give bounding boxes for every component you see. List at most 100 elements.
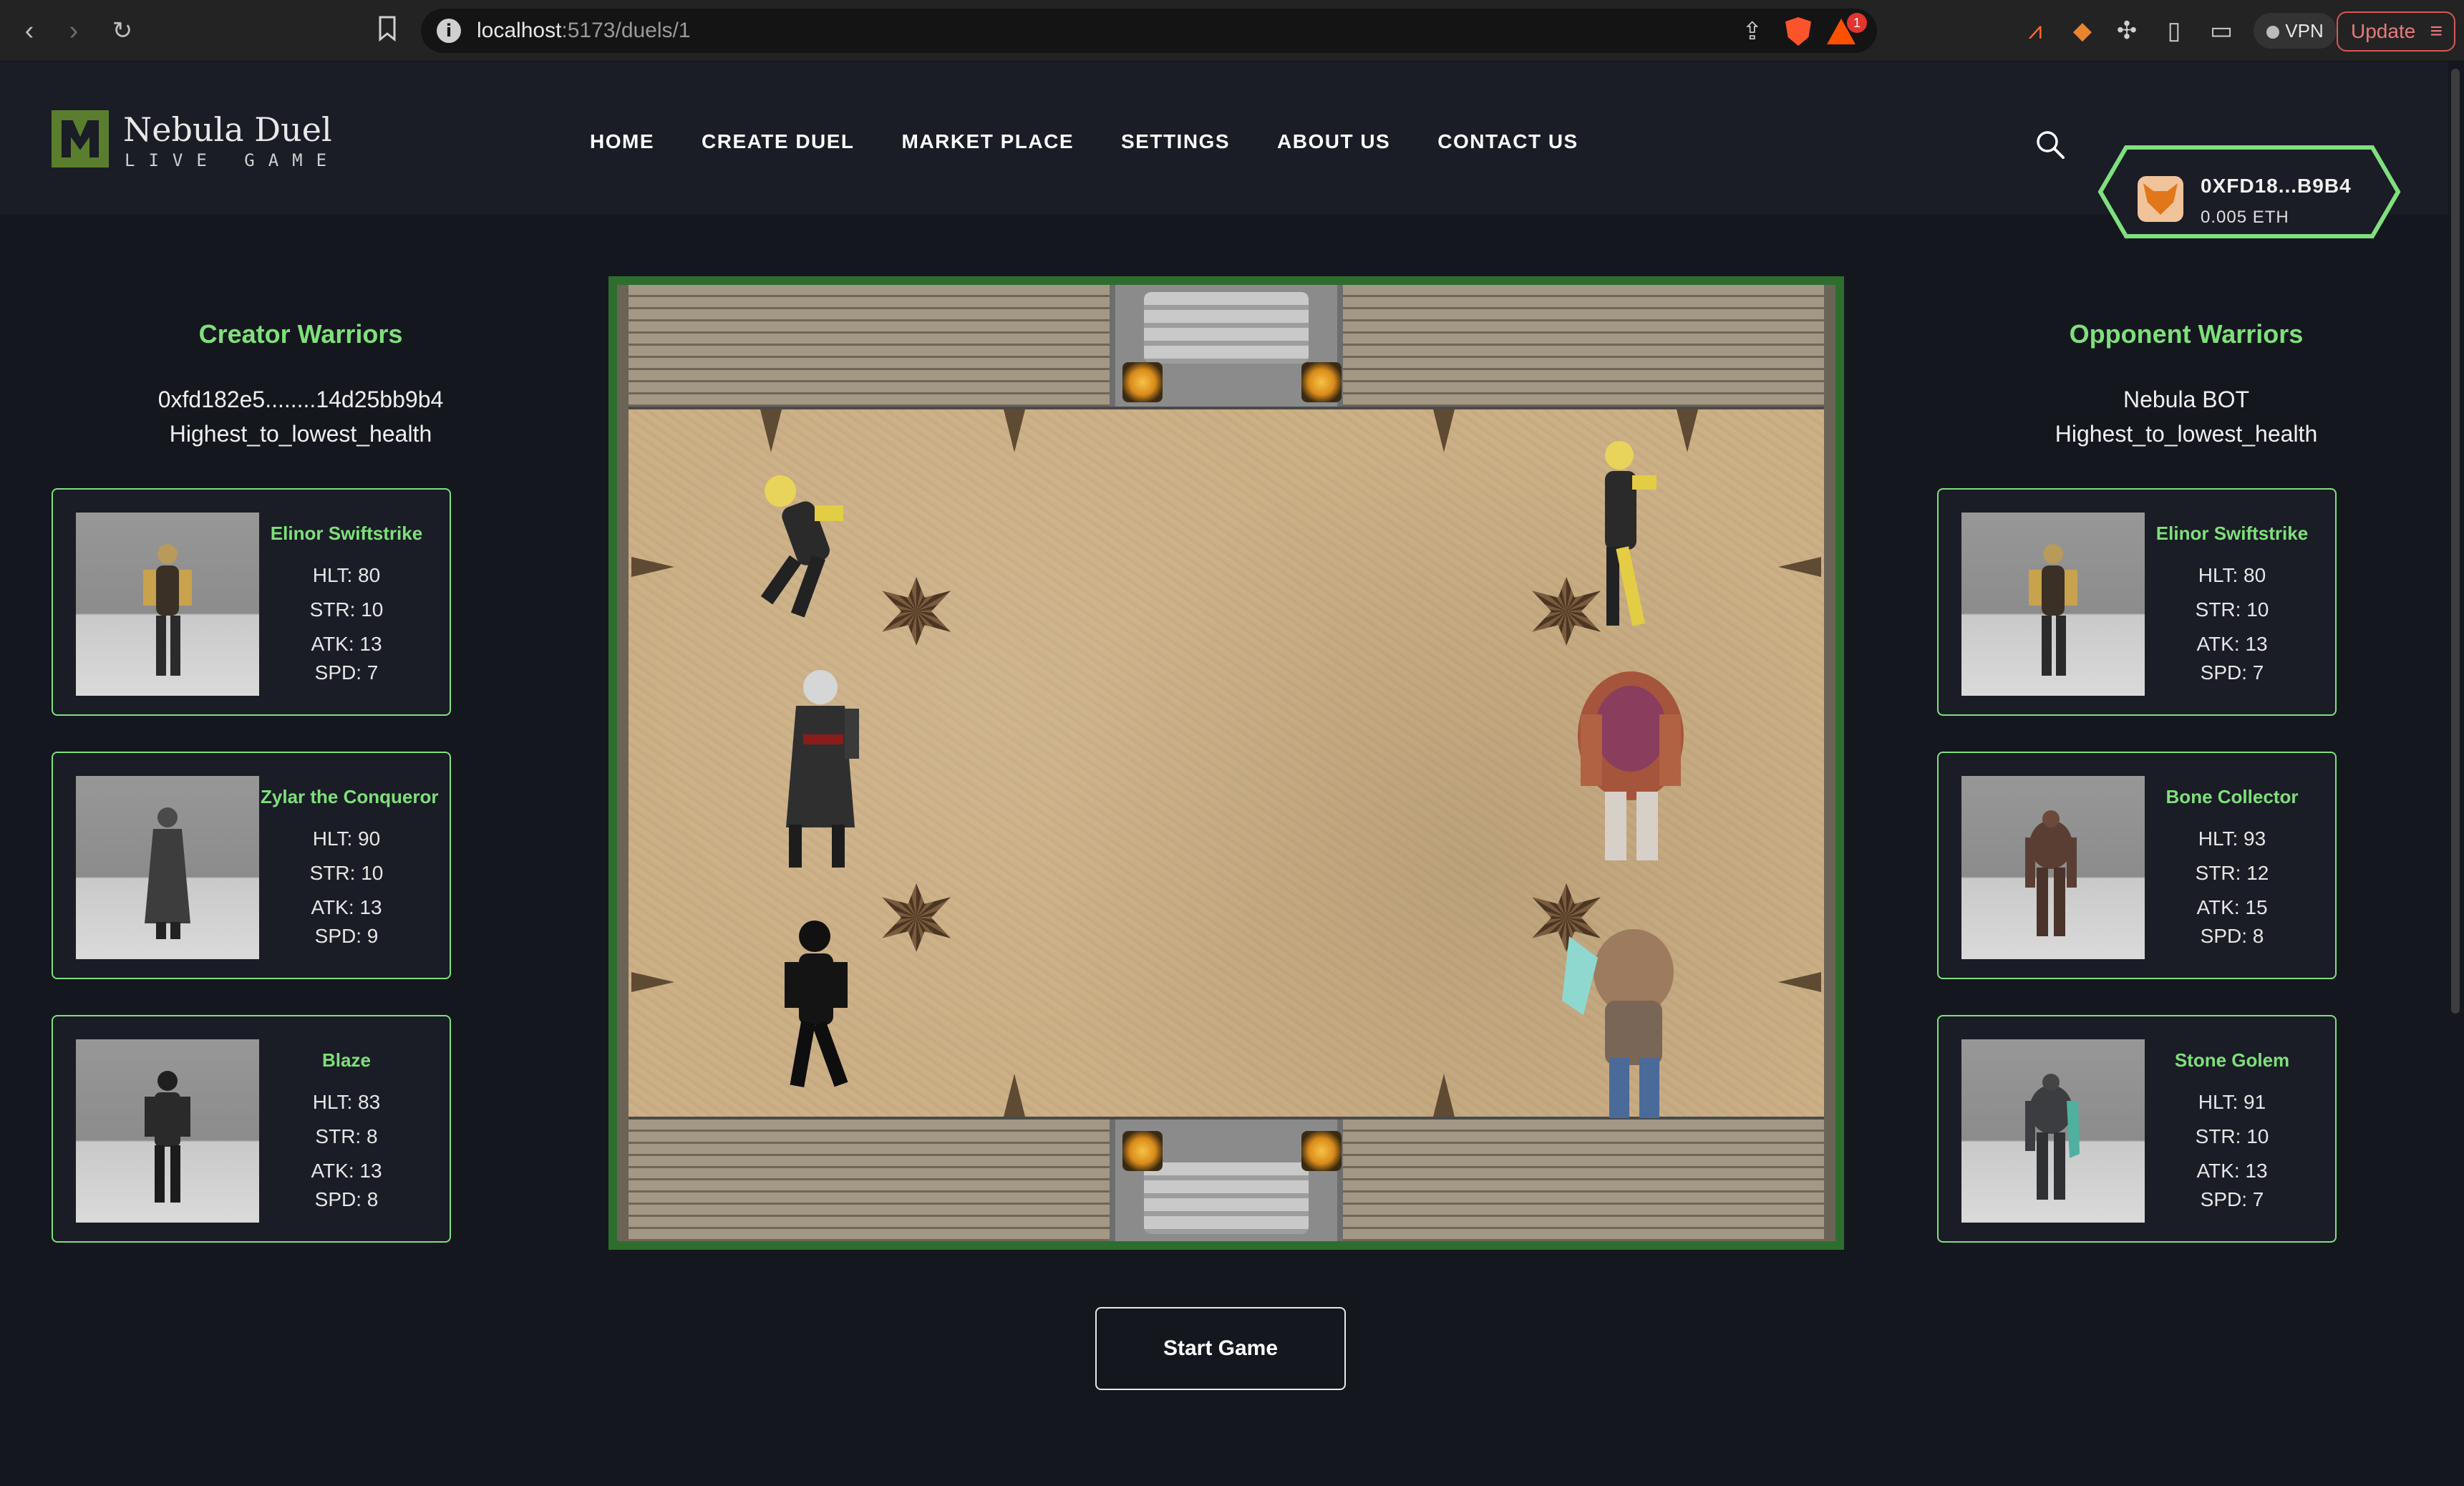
forward-icon[interactable]: › (59, 16, 89, 46)
browser-toolbar: ‹ › ↻ i localhost:5173/duels/1 ⇪ 1 ⩘ ◆ ✣… (0, 0, 2464, 62)
arena-fence-top (629, 407, 1824, 409)
opponent-warriors-title: Opponent Warriors (2069, 319, 2304, 349)
warrior-speed: SPD: 8 (314, 1188, 379, 1210)
warrior-name: Stone Golem (2174, 1049, 2290, 1071)
warrior-speed: SPD: 9 (314, 925, 379, 947)
warrior-attack: ATK: 13 (311, 896, 382, 918)
wallet-address: 0XFD18...B9B4 (2201, 175, 2352, 197)
search-icon[interactable] (2034, 129, 2066, 160)
warrior-speed: SPD: 7 (2200, 1188, 2264, 1210)
warrior-health: HLT: 93 (2198, 827, 2266, 850)
warrior-portrait (1961, 1039, 2145, 1223)
warrior-portrait (76, 1039, 259, 1223)
logo-icon[interactable] (52, 110, 109, 167)
nav-about-us[interactable]: ABOUT US (1277, 130, 1390, 153)
warrior-speed: SPD: 7 (314, 661, 379, 684)
warrior-attack: ATK: 13 (311, 633, 382, 655)
warrior-strength: STR: 10 (309, 598, 384, 621)
nav-settings[interactable]: SETTINGS (1121, 130, 1230, 153)
update-label: Update (2351, 20, 2416, 42)
vpn-label: VPN (2285, 20, 2324, 42)
warrior-health: HLT: 91 (2198, 1091, 2266, 1113)
nav-market-place[interactable]: MARKET PLACE (902, 130, 1074, 153)
creator-owner: 0xfd182e5........14d25bb9b4 (157, 387, 444, 412)
wallet-icon[interactable]: ▭ (2206, 16, 2236, 46)
share-icon[interactable]: ⇪ (1742, 17, 1763, 46)
brave-shields-icon[interactable] (1785, 17, 1811, 46)
rewards-badge: 1 (1847, 13, 1867, 33)
creator-warrior-card-3[interactable]: Blaze HLT: 83 STR: 8 ATK: 13 SPD: 8 (52, 1015, 451, 1243)
start-game-button[interactable]: Start Game (1095, 1307, 1346, 1390)
warrior-speed: SPD: 8 (2200, 925, 2264, 947)
torch-icon (1301, 362, 1342, 402)
metamask-fox-icon (2138, 176, 2183, 222)
wallet-balance: 0.005 ETH (2201, 208, 2289, 227)
opponent-unit-bone-collector[interactable] (1562, 657, 1698, 872)
warrior-health: HLT: 90 (312, 827, 381, 850)
logo-name[interactable]: Nebula Duel (123, 110, 332, 149)
wallet-connect-button[interactable]: 0XFD18...B9B4 0.005 ETH (2097, 145, 2401, 239)
warrior-name: Blaze (322, 1049, 371, 1071)
battle-arena[interactable] (608, 276, 1844, 1250)
creator-unit-elinor[interactable] (752, 470, 859, 627)
warrior-name: Bone Collector (2165, 786, 2299, 807)
warrior-portrait (76, 513, 259, 696)
site-info-icon[interactable]: i (437, 19, 461, 43)
warrior-name: Elinor Swiftstrike (2155, 523, 2309, 544)
torch-icon (1122, 1131, 1163, 1171)
menu-icon[interactable]: ≡ (2430, 13, 2443, 50)
warrior-attack: ATK: 13 (2196, 633, 2268, 655)
creator-unit-zylar[interactable] (760, 663, 875, 870)
address-url[interactable]: localhost:5173/duels/1 (477, 19, 691, 43)
main-nav: HOME CREATE DUEL MARKET PLACE SETTINGS A… (590, 130, 1578, 153)
opponent-owner: Nebula BOT (2123, 387, 2250, 412)
warrior-portrait (76, 776, 259, 959)
warrior-strength: STR: 12 (2195, 862, 2269, 884)
creator-warrior-card-2[interactable]: Zylar the Conqueror HLT: 90 STR: 10 ATK:… (52, 752, 451, 979)
site-header: Nebula Duel LIVE GAME HOME CREATE DUEL M… (0, 62, 2448, 238)
sidebar-icon[interactable]: ▯ (2159, 16, 2189, 46)
address-bar[interactable]: i localhost:5173/duels/1 ⇪ 1 (421, 9, 1877, 53)
warrior-strength: STR: 10 (2195, 1125, 2269, 1147)
opponent-strategy: Highest_to_lowest_health (2055, 421, 2318, 447)
scrollbar[interactable] (2451, 69, 2460, 1014)
creator-warrior-card-1[interactable]: Elinor Swiftstrike HLT: 80 STR: 10 ATK: … (52, 488, 451, 716)
nav-contact-us[interactable]: CONTACT US (1437, 130, 1578, 153)
opponent-warrior-card-2[interactable]: Bone Collector HLT: 93 STR: 12 ATK: 15 S… (1937, 752, 2337, 979)
warrior-speed: SPD: 7 (2200, 661, 2264, 684)
torch-icon (1122, 362, 1163, 402)
vpn-status-icon (2266, 26, 2280, 39)
warrior-portrait (1961, 513, 2145, 696)
warrior-health: HLT: 83 (312, 1091, 381, 1113)
warrior-strength: STR: 10 (309, 862, 384, 884)
nav-create-duel[interactable]: CREATE DUEL (702, 130, 855, 153)
creator-unit-blaze[interactable] (767, 915, 868, 1094)
metamask-extension-icon[interactable]: ◆ (2067, 16, 2097, 46)
creator-warriors-title: Creator Warriors (198, 319, 403, 349)
brave-wallet-extension-icon[interactable]: ⩘ (2020, 16, 2050, 46)
nav-home[interactable]: HOME (590, 130, 654, 153)
reload-icon[interactable]: ↻ (107, 16, 137, 46)
logo-tagline: LIVE GAME (125, 150, 341, 170)
arena-wall-right (1824, 285, 1835, 1241)
arena-wall-left (617, 285, 629, 1241)
warrior-health: HLT: 80 (312, 564, 381, 586)
opponent-warrior-card-3[interactable]: Stone Golem HLT: 91 STR: 10 ATK: 13 SPD:… (1937, 1015, 2337, 1243)
vpn-button[interactable]: VPN (2254, 13, 2337, 49)
warrior-strength: STR: 8 (315, 1125, 378, 1147)
opponent-unit-stone-golem[interactable] (1555, 915, 1691, 1122)
warrior-attack: ATK: 13 (311, 1160, 382, 1182)
warrior-strength: STR: 10 (2195, 598, 2269, 621)
warrior-name: Elinor Swiftstrike (270, 523, 423, 544)
warrior-name: Zylar the Conqueror (261, 786, 439, 807)
extensions-icon[interactable]: ✣ (2112, 16, 2142, 46)
warrior-portrait (1961, 776, 2145, 959)
torch-icon (1301, 1131, 1342, 1171)
warrior-attack: ATK: 13 (2196, 1160, 2268, 1182)
update-button[interactable]: Update ≡ (2337, 11, 2455, 52)
opponent-warrior-card-1[interactable]: Elinor Swiftstrike HLT: 80 STR: 10 ATK: … (1937, 488, 2337, 716)
opponent-unit-elinor[interactable] (1576, 434, 1669, 641)
back-icon[interactable]: ‹ (14, 16, 44, 46)
bookmark-icon[interactable] (372, 16, 402, 46)
warrior-health: HLT: 80 (2198, 564, 2266, 586)
